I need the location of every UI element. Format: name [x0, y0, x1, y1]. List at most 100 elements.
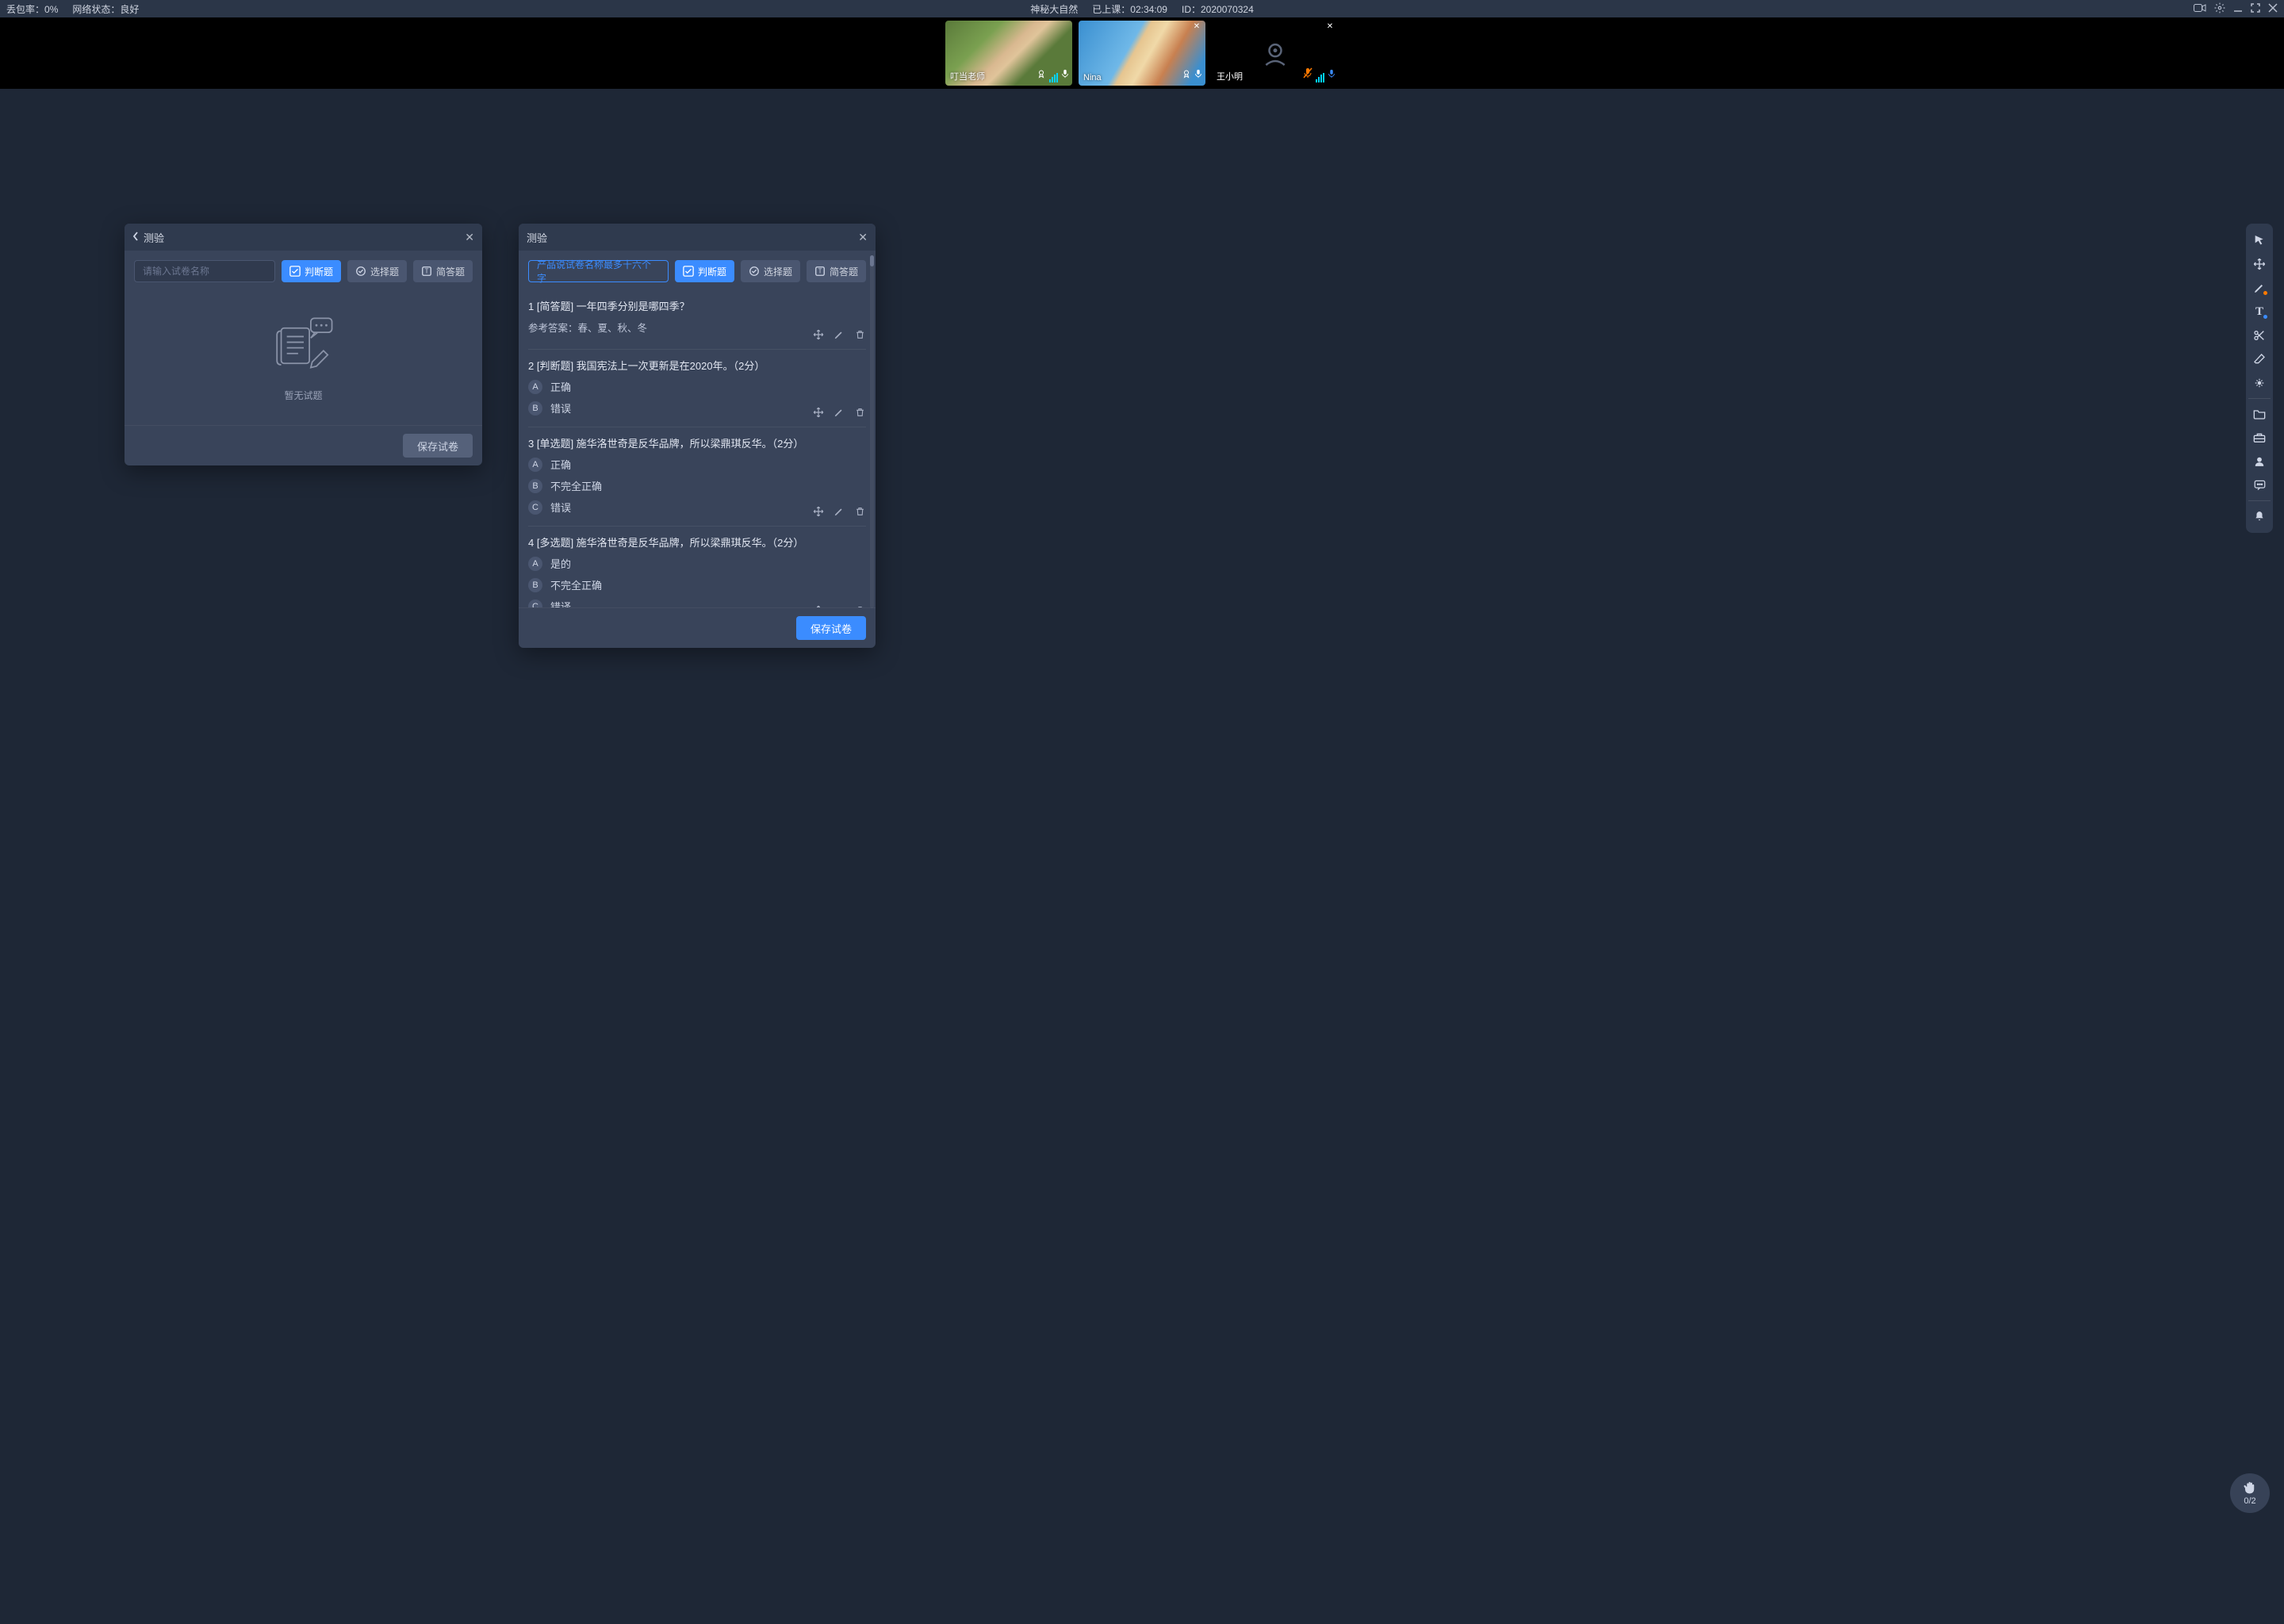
question-title: 4 [多选题] 施华洛世奇是反华品牌，所以梁鼎琪反华。（2分） — [528, 534, 866, 550]
course-title: 神秘大自然 — [1030, 2, 1078, 16]
mic-icon — [1328, 68, 1336, 82]
close-window-icon[interactable] — [2268, 3, 2278, 15]
quiz-name-input[interactable] — [134, 260, 275, 282]
move-icon[interactable] — [812, 406, 825, 419]
workarea: 测验 ✕ 判断题 选择题 T 简答题 — [0, 89, 2284, 1624]
option-badge: A — [528, 380, 542, 394]
move-icon[interactable] — [812, 505, 825, 518]
quiz-panel-empty: 测验 ✕ 判断题 选择题 T 简答题 — [125, 224, 482, 465]
option-text: 错误 — [550, 500, 571, 515]
question-title: 3 [单选题] 施华洛世奇是反华品牌，所以梁鼎琪反华。（2分） — [528, 435, 866, 450]
svg-text:T: T — [425, 268, 429, 275]
packet-loss: 丢包率：0% — [6, 2, 58, 16]
mic-muted-icon — [1303, 67, 1313, 82]
close-tile-icon[interactable]: ✕ — [1324, 22, 1336, 33]
close-tile-icon[interactable]: ✕ — [1191, 22, 1202, 33]
option-badge: C — [528, 599, 542, 608]
user-tool-icon[interactable] — [2246, 450, 2273, 473]
video-tile[interactable]: ✕ Nina — [1079, 21, 1205, 86]
edit-icon[interactable] — [833, 505, 845, 518]
award-icon — [1182, 68, 1191, 82]
pointer-tool-icon[interactable] — [2246, 228, 2273, 252]
video-tile[interactable]: 叮当老师 — [945, 21, 1072, 86]
svg-text:T: T — [818, 268, 822, 275]
delete-icon[interactable] — [853, 328, 866, 341]
option-badge: C — [528, 500, 542, 515]
question-option[interactable]: B 不完全正确 — [528, 577, 866, 592]
network-status: 网络状态：良好 — [72, 2, 139, 16]
quiz-name-field[interactable]: 产品说试卷名称最多十六个字 — [528, 260, 669, 282]
session-id: ID：2020070324 — [1182, 2, 1254, 16]
pen-tool-icon[interactable] — [2246, 276, 2273, 300]
toolbox-tool-icon[interactable] — [2246, 426, 2273, 450]
empty-caption: 暂无试题 — [284, 389, 322, 402]
eraser-tool-icon[interactable] — [2246, 347, 2273, 371]
question-actions — [812, 604, 866, 607]
question-actions — [812, 328, 866, 341]
delete-icon[interactable] — [853, 604, 866, 607]
camera-toggle-icon[interactable] — [2194, 3, 2206, 15]
quiz-panel-edit: 测验 ✕ 产品说试卷名称最多十六个字 判断题 选择题 — [519, 224, 876, 648]
option-badge: B — [528, 401, 542, 416]
option-text: 不完全正确 — [550, 577, 602, 592]
question-option[interactable]: A是的 — [528, 556, 866, 571]
fullscreen-icon[interactable] — [2251, 3, 2260, 15]
participant-name: 叮当老师 — [950, 70, 985, 82]
edit-icon[interactable] — [833, 328, 845, 341]
minimize-icon[interactable] — [2233, 3, 2243, 15]
volume-icon — [1049, 73, 1058, 82]
save-quiz-button[interactable]: 保存试卷 — [403, 434, 473, 458]
laser-tool-icon[interactable] — [2246, 371, 2273, 395]
video-tile[interactable]: ✕ 王小明 — [1212, 21, 1339, 86]
video-strip: 叮当老师 ✕ Nina — [0, 17, 2284, 89]
folder-tool-icon[interactable] — [2246, 402, 2273, 426]
move-icon[interactable] — [812, 328, 825, 341]
scrollbar[interactable] — [870, 255, 874, 608]
question-item: 3 [单选题] 施华洛世奇是反华品牌，所以梁鼎琪反华。（2分） A正确 B不完全正确… — [528, 427, 866, 527]
move-icon[interactable] — [812, 604, 825, 607]
mic-icon — [1194, 68, 1202, 82]
option-text: 正确 — [550, 457, 571, 472]
delete-icon[interactable] — [853, 505, 866, 518]
type-short-button[interactable]: T 简答题 — [413, 260, 473, 282]
question-option[interactable]: A 正确 — [528, 379, 866, 394]
chat-tool-icon[interactable] — [2246, 473, 2273, 497]
type-short-button[interactable]: T 简答题 — [807, 260, 866, 282]
question-item: 1 [简答题] 一年四季分别是哪四季？参考答案：春、夏、秋、冬 — [528, 290, 866, 350]
topbar: 丢包率：0% 网络状态：良好 神秘大自然 已上课：02:34:09 ID：202… — [0, 0, 2284, 17]
question-option[interactable]: A正确 — [528, 457, 866, 472]
type-tf-button[interactable]: 判断题 — [282, 260, 341, 282]
question-item: 4 [多选题] 施华洛世奇是反华品牌，所以梁鼎琪反华。（2分） A是的 B 不完全正确… — [528, 527, 866, 607]
scissors-tool-icon[interactable] — [2246, 324, 2273, 347]
empty-state-icon — [268, 314, 339, 377]
move-tool-icon[interactable] — [2246, 252, 2273, 276]
hand-icon — [2243, 1480, 2257, 1495]
mic-icon — [1061, 68, 1069, 82]
option-badge: B — [528, 479, 542, 493]
question-title: 2 [判断题] 我国宪法上一次更新是在2020年。（2分） — [528, 358, 866, 373]
close-panel-icon[interactable]: ✕ — [858, 231, 868, 244]
type-tf-button[interactable]: 判断题 — [675, 260, 734, 282]
elapsed-time: 已上课：02:34:09 — [1092, 2, 1167, 16]
panel-title: 测验 — [144, 230, 164, 245]
award-icon — [1037, 68, 1046, 82]
text-tool-icon[interactable]: T — [2246, 300, 2273, 324]
question-actions — [812, 406, 866, 419]
edit-icon[interactable] — [833, 406, 845, 419]
hand-count: 0/2 — [2244, 1496, 2255, 1506]
option-text: 正确 — [550, 379, 571, 394]
close-panel-icon[interactable]: ✕ — [465, 231, 474, 244]
option-text: 错误 — [550, 400, 571, 416]
type-choice-button[interactable]: 选择题 — [741, 260, 800, 282]
question-actions — [812, 505, 866, 518]
option-badge: B — [528, 578, 542, 592]
edit-icon[interactable] — [833, 604, 845, 607]
bell-tool-icon[interactable] — [2246, 504, 2273, 528]
raise-hand-button[interactable]: 0/2 — [2230, 1473, 2270, 1513]
type-choice-button[interactable]: 选择题 — [347, 260, 407, 282]
question-option[interactable]: B不完全正确 — [528, 478, 866, 493]
delete-icon[interactable] — [853, 406, 866, 419]
save-quiz-button[interactable]: 保存试卷 — [796, 616, 866, 640]
settings-icon[interactable] — [2214, 2, 2225, 16]
back-icon[interactable] — [132, 232, 139, 243]
